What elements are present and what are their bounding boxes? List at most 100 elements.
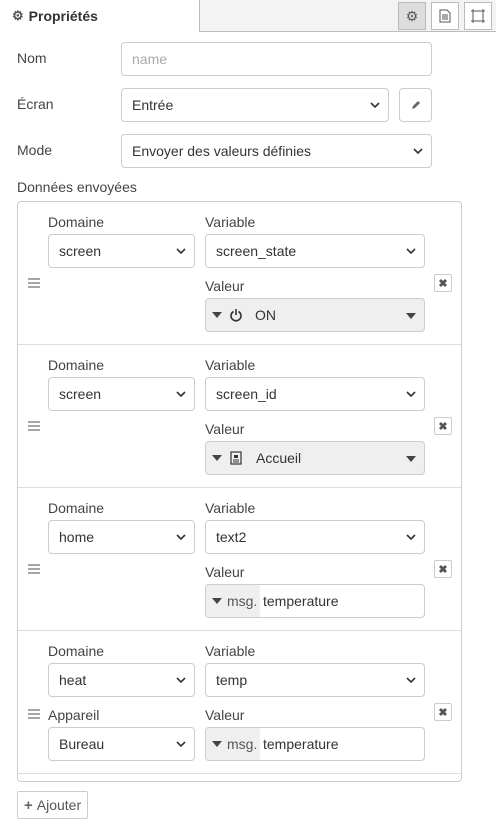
list-item: Domaine heat Variable temp Appareil Bure… <box>18 631 461 774</box>
domain-select[interactable]: screen <box>48 234 195 268</box>
chevron-down-icon <box>176 677 186 684</box>
chevron-down-icon <box>176 391 186 398</box>
mode-label: Mode <box>17 142 53 158</box>
frame-icon <box>471 9 485 23</box>
chevron-down-icon <box>406 391 416 398</box>
caret-down-icon <box>212 312 222 318</box>
add-button[interactable]: + Ajouter <box>17 791 88 819</box>
mode-select-value: Envoyer des valeurs définies <box>132 143 311 159</box>
value-label: Valeur <box>205 564 245 580</box>
delete-row-button[interactable]: ✖ <box>434 560 452 578</box>
edit-screen-button[interactable] <box>399 88 432 122</box>
settings-tab-button[interactable]: ⚙ <box>398 2 426 30</box>
variable-label: Variable <box>205 643 256 659</box>
name-input[interactable] <box>121 42 432 76</box>
value-type-text: msg. <box>227 736 258 752</box>
value-type-selector[interactable]: msg. <box>206 585 260 617</box>
gear-icon: ⚙ <box>12 8 24 23</box>
domain-label: Domaine <box>48 214 105 230</box>
variable-select[interactable]: temp <box>205 663 425 697</box>
chevron-down-icon <box>176 741 186 748</box>
description-tab-button[interactable] <box>431 2 459 30</box>
list-item: Domaine home Variable text2 Valeur msg. … <box>18 488 461 631</box>
screen-label: Écran <box>17 96 54 112</box>
variable-value: text2 <box>216 529 247 545</box>
drag-handle-icon[interactable] <box>27 277 41 289</box>
caret-down-icon <box>212 741 222 747</box>
domain-value: screen <box>59 243 102 259</box>
screen-select[interactable]: Entrée <box>121 88 389 122</box>
value-label: Valeur <box>205 421 245 437</box>
domain-select[interactable]: screen <box>48 377 195 411</box>
caret-down-icon <box>406 313 416 319</box>
chevron-down-icon <box>176 248 186 255</box>
caret-down-icon <box>212 598 222 604</box>
value-type-selector[interactable]: msg. <box>206 728 260 760</box>
list-item: Domaine screen Variable screen_state Val… <box>18 202 461 345</box>
variable-label: Variable <box>205 357 256 373</box>
name-label: Nom <box>17 50 47 66</box>
domain-value: screen <box>59 386 102 402</box>
delete-row-button[interactable]: ✖ <box>434 417 452 435</box>
value-text: temperature <box>263 736 339 752</box>
domain-label: Domaine <box>48 500 105 516</box>
tab-properties-label: Propriétés <box>28 8 98 24</box>
chevron-down-icon <box>413 148 423 155</box>
device-value: Bureau <box>59 736 105 752</box>
chevron-down-icon <box>406 677 416 684</box>
domain-select[interactable]: home <box>48 520 195 554</box>
chevron-down-icon <box>406 534 416 541</box>
value-typed-input[interactable]: ON <box>205 298 425 332</box>
screen-id-icon <box>230 451 242 465</box>
value-type-text: msg. <box>227 593 258 609</box>
variable-select[interactable]: screen_state <box>205 234 425 268</box>
screen-select-value: Entrée <box>132 97 174 113</box>
delete-row-button[interactable]: ✖ <box>434 274 452 292</box>
close-icon: ✖ <box>438 277 448 290</box>
appearance-tab-button[interactable] <box>464 2 492 30</box>
tab-bar: ⚙ Propriétés ⚙ <box>0 0 496 32</box>
chevron-down-icon <box>176 534 186 541</box>
caret-down-icon <box>406 456 416 462</box>
tab-properties[interactable]: ⚙ Propriétés <box>0 0 200 32</box>
variable-label: Variable <box>205 500 256 516</box>
power-icon <box>230 309 242 322</box>
domain-value: home <box>59 529 95 545</box>
close-icon: ✖ <box>438 706 448 719</box>
caret-down-icon <box>212 455 222 461</box>
value-typed-input[interactable]: Accueil <box>205 441 425 475</box>
domain-value: heat <box>59 672 87 688</box>
domain-select[interactable]: heat <box>48 663 195 697</box>
domain-label: Domaine <box>48 643 105 659</box>
device-label: Appareil <box>48 707 100 723</box>
domain-label: Domaine <box>48 357 105 373</box>
value-typed-input[interactable]: msg. temperature <box>205 584 425 618</box>
drag-handle-icon[interactable] <box>27 708 41 720</box>
variable-value: screen_state <box>216 243 297 259</box>
sent-data-list: Domaine screen Variable screen_state Val… <box>17 201 462 782</box>
value-text: temperature <box>263 593 339 609</box>
chevron-down-icon <box>370 102 380 109</box>
variable-value: temp <box>216 672 248 688</box>
variable-select[interactable]: screen_id <box>205 377 425 411</box>
pencil-icon <box>411 101 420 109</box>
value-label: Valeur <box>205 707 245 723</box>
add-label: Ajouter <box>36 797 82 813</box>
list-item: Domaine screen Variable screen_id Valeur… <box>18 345 461 488</box>
value-typed-input[interactable]: msg. temperature <box>205 727 425 761</box>
gear-icon: ⚙ <box>405 7 419 24</box>
drag-handle-icon[interactable] <box>27 420 41 432</box>
value-label: Valeur <box>205 278 245 294</box>
plus-icon: + <box>24 796 33 814</box>
mode-select[interactable]: Envoyer des valeurs définies <box>121 134 432 168</box>
sent-data-label: Données envoyées <box>17 179 137 195</box>
variable-value: screen_id <box>216 386 277 402</box>
delete-row-button[interactable]: ✖ <box>434 703 452 721</box>
chevron-down-icon <box>406 248 416 255</box>
device-select[interactable]: Bureau <box>48 727 195 761</box>
close-icon: ✖ <box>438 420 448 433</box>
variable-label: Variable <box>205 214 256 230</box>
variable-select[interactable]: text2 <box>205 520 425 554</box>
drag-handle-icon[interactable] <box>27 563 41 575</box>
value-text: ON <box>255 307 276 323</box>
